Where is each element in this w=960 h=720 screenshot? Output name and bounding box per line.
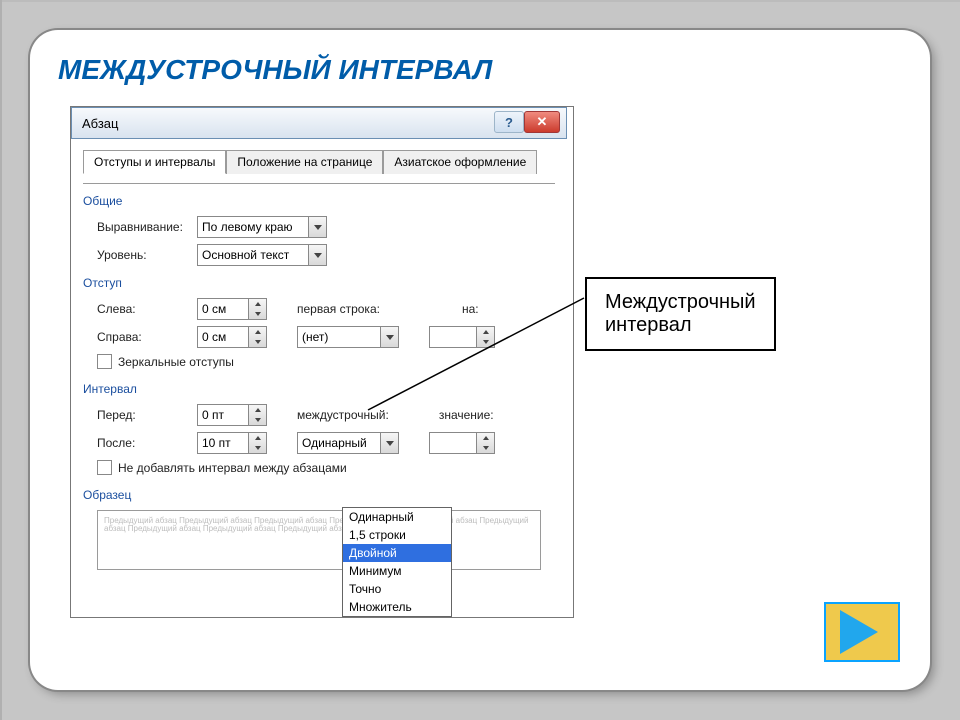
before-value: 0 пт: [202, 408, 224, 422]
tab-strip: Отступы и интервалы Положение на страниц…: [83, 149, 555, 173]
indent-right-value: 0 см: [202, 330, 226, 344]
callout-box: Междустрочный интервал: [585, 277, 776, 351]
help-button[interactable]: ?: [494, 111, 524, 133]
section-general: Общие: [83, 194, 555, 208]
callout-connector: [360, 250, 620, 450]
help-icon: ?: [505, 115, 513, 130]
no-space-checkbox[interactable]: Не добавлять интервал между абзацами: [97, 460, 347, 475]
after-value: 10 пт: [202, 436, 231, 450]
sample-preview: Предыдущий абзац Предыдущий абзац Предыд…: [97, 510, 541, 570]
before-label: Перед:: [83, 408, 197, 422]
mirror-indents-label: Зеркальные отступы: [118, 355, 234, 369]
tab-page-position[interactable]: Положение на странице: [226, 150, 383, 174]
level-label: Уровень:: [83, 248, 197, 262]
line-spacing-value: Одинарный: [302, 436, 367, 450]
callout-line1: Междустрочный: [605, 291, 756, 314]
line-spacing-dropdown[interactable]: Одинарный1,5 строкиДвойнойМинимумТочноМн…: [342, 507, 452, 617]
chevron-down-icon[interactable]: [308, 217, 326, 237]
dropdown-option[interactable]: Двойной: [343, 544, 451, 562]
indent-right-label: Справа:: [83, 330, 197, 344]
section-sample: Образец: [83, 488, 555, 502]
dialog-title-text: Абзац: [82, 116, 118, 131]
dropdown-option[interactable]: 1,5 строки: [343, 526, 451, 544]
level-value: Основной текст: [202, 248, 289, 262]
indent-left-spinner[interactable]: 0 см: [197, 298, 267, 320]
indent-left-value: 0 см: [202, 302, 226, 316]
dropdown-option[interactable]: Множитель: [343, 598, 451, 616]
dialog-titlebar[interactable]: Абзац ? ✕: [71, 107, 567, 139]
close-button[interactable]: ✕: [524, 111, 560, 133]
close-icon: ✕: [537, 114, 548, 130]
dropdown-option[interactable]: Точно: [343, 580, 451, 598]
chevron-down-icon[interactable]: [308, 245, 326, 265]
alignment-value: По левому краю: [202, 220, 293, 234]
no-space-label: Не добавлять интервал между абзацами: [118, 461, 347, 475]
tab-asian[interactable]: Азиатское оформление: [383, 150, 537, 174]
tab-indents-spacing[interactable]: Отступы и интервалы: [83, 150, 226, 174]
slide-title: МЕЖДУСТРОЧНЫЙ ИНТЕРВАЛ: [58, 54, 492, 86]
dropdown-option[interactable]: Одинарный: [343, 508, 451, 526]
before-spinner[interactable]: 0 пт: [197, 404, 267, 426]
indent-left-label: Слева:: [83, 302, 197, 316]
play-icon: [840, 610, 878, 654]
dropdown-option[interactable]: Минимум: [343, 562, 451, 580]
alignment-combo[interactable]: По левому краю: [197, 216, 327, 238]
indent-right-spinner[interactable]: 0 см: [197, 326, 267, 348]
mirror-indents-checkbox[interactable]: Зеркальные отступы: [97, 354, 234, 369]
first-line-value: (нет): [302, 330, 328, 344]
after-label: После:: [83, 436, 197, 450]
next-button[interactable]: [824, 602, 900, 662]
level-combo[interactable]: Основной текст: [197, 244, 327, 266]
slide: МЕЖДУСТРОЧНЫЙ ИНТЕРВАЛ Абзац ? ✕ Отступы…: [30, 30, 930, 690]
checkbox-icon: [97, 460, 112, 475]
after-spinner[interactable]: 10 пт: [197, 432, 267, 454]
checkbox-icon: [97, 354, 112, 369]
alignment-label: Выравнивание:: [83, 220, 197, 234]
callout-line2: интервал: [605, 314, 756, 337]
